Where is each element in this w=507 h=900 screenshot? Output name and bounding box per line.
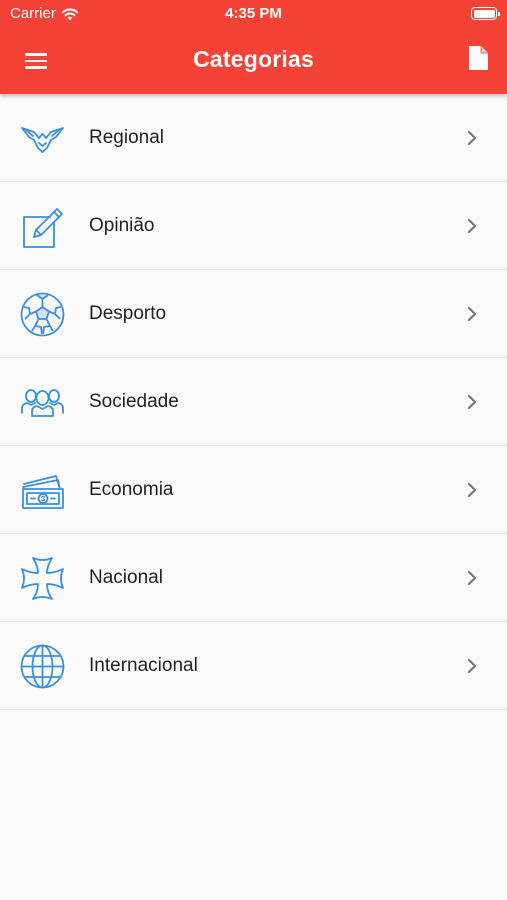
- people-group-icon: [21, 389, 64, 417]
- category-label: Regional: [89, 127, 164, 148]
- category-item-nacional[interactable]: Nacional: [0, 534, 507, 622]
- globe-icon: [20, 644, 65, 689]
- category-label: Internacional: [89, 655, 198, 676]
- category-label: Nacional: [89, 567, 163, 588]
- category-label: Sociedade: [89, 391, 179, 412]
- category-list: Regional Opinião Desporto Sociedade Econ…: [0, 94, 507, 710]
- category-label: Economia: [89, 479, 174, 500]
- chevron-right-icon: [467, 218, 477, 234]
- app-header: Carrier 4:35 PM Categorias: [0, 0, 507, 94]
- pen-on-square-icon: [23, 208, 63, 248]
- battery-icon: [471, 7, 500, 20]
- document-button[interactable]: [467, 45, 489, 71]
- banknotes-icon: [22, 475, 64, 509]
- category-item-regional[interactable]: Regional: [0, 94, 507, 182]
- chevron-right-icon: [467, 394, 477, 410]
- category-item-opiniao[interactable]: Opinião: [0, 182, 507, 270]
- eagle-icon: [21, 127, 64, 153]
- chevron-right-icon: [467, 306, 477, 322]
- category-item-economia[interactable]: Economia: [0, 446, 507, 534]
- page-title: Categorias: [193, 46, 314, 72]
- soccer-ball-icon: [20, 292, 65, 337]
- chevron-right-icon: [467, 570, 477, 586]
- nav-bar: Categorias: [0, 28, 507, 94]
- category-item-desporto[interactable]: Desporto: [0, 270, 507, 358]
- chevron-right-icon: [467, 482, 477, 498]
- cross-icon: [21, 557, 64, 600]
- category-label: Opinião: [89, 215, 155, 236]
- category-item-sociedade[interactable]: Sociedade: [0, 358, 507, 446]
- status-bar: Carrier 4:35 PM: [0, 0, 507, 28]
- chevron-right-icon: [467, 658, 477, 674]
- category-label: Desporto: [89, 303, 167, 324]
- category-item-internacional[interactable]: Internacional: [0, 622, 507, 710]
- chevron-right-icon: [467, 130, 477, 146]
- status-time: 4:35 PM: [225, 5, 282, 22]
